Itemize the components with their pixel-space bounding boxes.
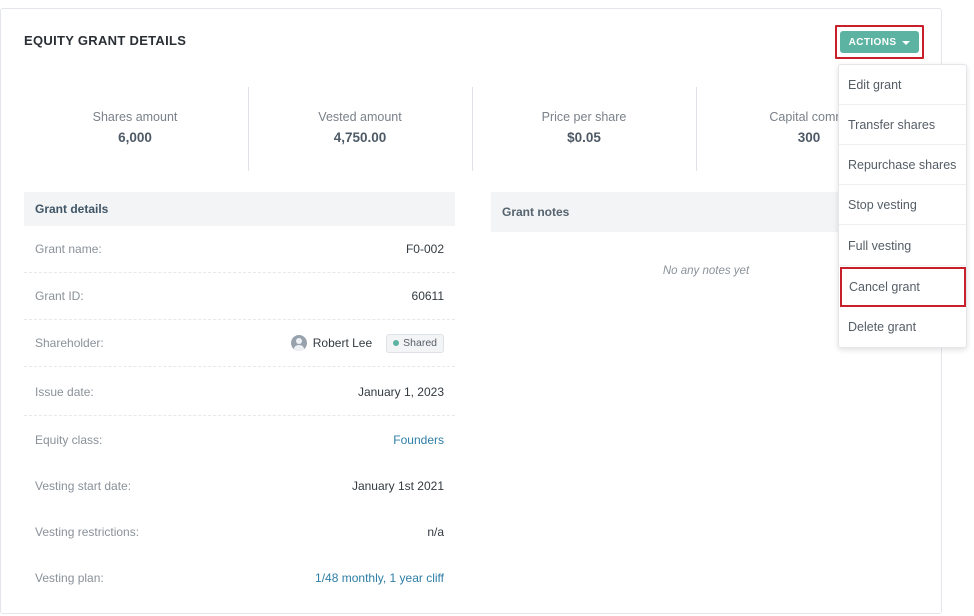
actions-button[interactable]: ACTIONS [840, 31, 919, 53]
stat-label: Shares amount [92, 110, 178, 124]
menu-item-edit-grant[interactable]: Edit grant [839, 65, 966, 105]
shareholder-name[interactable]: Robert Lee [313, 336, 372, 350]
menu-item-full-vesting[interactable]: Full vesting [839, 226, 966, 266]
row-label: Shareholder: [35, 336, 104, 350]
stat-label: Price per share [541, 110, 627, 124]
vesting-plan-link[interactable]: 1/48 monthly, 1 year cliff [315, 571, 444, 585]
status-badge: Shared [386, 333, 444, 353]
detail-row-vesting-start: Vesting start date: January 1st 2021 [24, 462, 455, 509]
stat-value: 4,750.00 [333, 130, 387, 145]
row-value: 60611 [411, 289, 444, 303]
detail-row-issue-date: Issue date: January 1, 2023 [24, 369, 455, 416]
stat-value: 6,000 [118, 130, 152, 145]
actions-button-highlight: ACTIONS [835, 25, 924, 59]
status-dot-icon [393, 340, 400, 346]
avatar-icon [290, 335, 307, 351]
row-value: F0-002 [405, 242, 444, 256]
detail-row-grant-name: Grant name: F0-002 [24, 226, 455, 273]
badge-label: Shared [403, 337, 437, 349]
menu-item-repurchase-shares[interactable]: Repurchase shares [839, 145, 966, 185]
stat-price-per-share: Price per share $0.05 [472, 87, 696, 171]
row-label: Grant name: [35, 242, 102, 256]
shareholder-info[interactable]: Robert Lee Shared [290, 333, 444, 353]
menu-item-cancel-grant[interactable]: Cancel grant [840, 267, 966, 307]
row-label: Grant ID: [35, 289, 84, 303]
detail-row-grant-id: Grant ID: 60611 [24, 273, 455, 320]
row-value: January 1, 2023 [357, 385, 444, 399]
row-label: Issue date: [35, 385, 94, 399]
page-title: EQUITY GRANT DETAILS [24, 33, 187, 48]
row-label: Vesting start date: [35, 478, 132, 493]
detail-row-vesting-plan: Vesting plan: 1/48 monthly, 1 year cliff [24, 554, 455, 601]
detail-row-equity-class: Equity class: Founders [24, 416, 455, 463]
row-value: January 1st 2021 [351, 478, 444, 493]
stat-value: $0.05 [567, 130, 601, 145]
stat-label: Vested amount [318, 110, 402, 124]
menu-item-delete-grant[interactable]: Delete grant [839, 307, 966, 347]
menu-item-stop-vesting[interactable]: Stop vesting [839, 185, 966, 225]
row-label: Vesting restrictions: [35, 524, 140, 539]
equity-grant-card: EQUITY GRANT DETAILS Shares amount 6,000… [0, 8, 942, 614]
menu-item-transfer-shares[interactable]: Transfer shares [839, 105, 966, 145]
actions-label: ACTIONS [848, 36, 897, 48]
grant-details-header: Grant details [24, 192, 455, 226]
actions-dropdown-menu: Edit grant Transfer shares Repurchase sh… [838, 64, 967, 348]
equity-class-link[interactable]: Founders [393, 433, 444, 447]
row-value: n/a [427, 524, 444, 539]
detail-row-shareholder: Shareholder: Robert Lee Shared [24, 320, 455, 367]
row-label: Equity class: [35, 432, 103, 447]
stat-vested-amount: Vested amount 4,750.00 [248, 87, 472, 171]
caret-down-icon [902, 40, 911, 45]
detail-row-vesting-restrictions: Vesting restrictions: n/a [24, 508, 455, 555]
stat-shares-amount: Shares amount 6,000 [23, 87, 247, 171]
row-label: Vesting plan: [35, 570, 104, 585]
